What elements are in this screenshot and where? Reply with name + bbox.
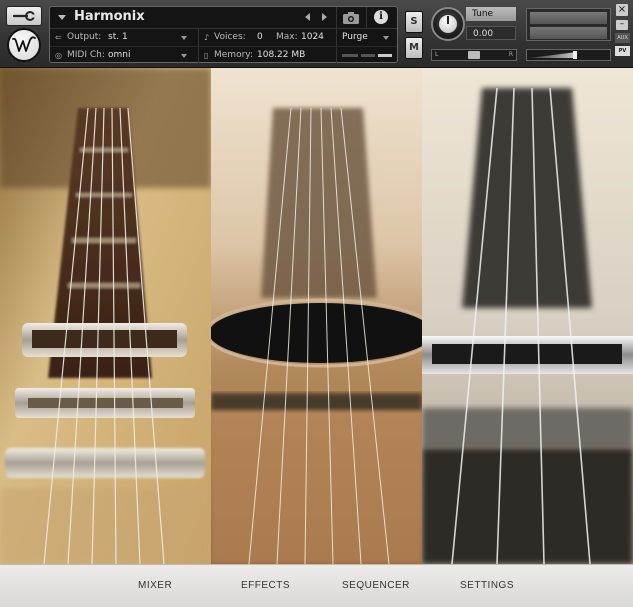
acoustic-guitar-photo: [211, 68, 422, 564]
memory-label: Memory:: [214, 50, 253, 60]
tab-mixer[interactable]: MIXER: [138, 580, 172, 591]
max-label: Max:: [276, 32, 298, 42]
midi-channel-select[interactable]: omni: [108, 50, 130, 60]
output-dropdown-icon[interactable]: [181, 36, 187, 40]
mute-button[interactable]: M: [405, 37, 423, 59]
meter-left-bar: [530, 12, 607, 24]
tab-settings[interactable]: SETTINGS: [460, 580, 514, 591]
bass-guitar-photo: [422, 68, 633, 564]
volume-fill: [529, 52, 577, 58]
volume-handle[interactable]: [573, 51, 577, 59]
memory-value: 108.22 MB: [257, 50, 306, 60]
snapshot-camera-button[interactable]: [340, 10, 362, 26]
electric-guitar-photo: [0, 68, 211, 564]
title-row: Harmonix i: [50, 7, 397, 29]
info-icon[interactable]: i: [374, 10, 388, 24]
midi-label: MIDI Ch:: [67, 50, 105, 60]
camera-icon: [343, 12, 359, 24]
instrument-info-panel: Harmonix i ⇐ Output: st. 1 ♪ Voices: 0 M…: [49, 6, 398, 64]
instrument-menu-arrow-icon[interactable]: [58, 15, 66, 20]
purge-menu[interactable]: Purge: [342, 32, 368, 42]
divider: [366, 7, 367, 29]
tab-effects[interactable]: EFFECTS: [241, 580, 290, 591]
voices-value: 0: [257, 32, 263, 42]
instrument-name[interactable]: Harmonix: [74, 9, 145, 24]
tune-knob[interactable]: [431, 7, 465, 41]
brand-logo: [7, 28, 41, 62]
purge-meter-segment: [342, 54, 358, 57]
max-voices-value[interactable]: 1024: [301, 32, 324, 42]
purge-meter-segment: [378, 54, 392, 57]
previous-instrument-icon[interactable]: [305, 13, 310, 21]
tab-sequencer[interactable]: SEQUENCER: [342, 580, 410, 591]
pan-slider[interactable]: L R: [431, 49, 517, 61]
wrench-icon: [12, 7, 36, 26]
meter-right-bar: [530, 27, 607, 39]
knob-indicator: [447, 16, 449, 24]
midi-dropdown-icon[interactable]: [181, 54, 187, 58]
output-label: Output:: [67, 32, 102, 42]
pan-right-label: R: [508, 51, 513, 58]
pan-handle[interactable]: [468, 51, 480, 59]
purge-meter-segment: [361, 54, 375, 57]
logo-w-icon: [12, 36, 36, 52]
tune-value[interactable]: 0.00: [466, 26, 516, 40]
pv-button[interactable]: PV: [615, 46, 630, 56]
wrench-button[interactable]: [6, 6, 42, 26]
tune-label: Tune: [466, 7, 516, 21]
output-row: ⇐ Output: st. 1 ♪ Voices: 0 Max: 1024 Pu…: [50, 29, 397, 46]
output-select[interactable]: st. 1: [108, 32, 128, 42]
minimize-icon[interactable]: –: [616, 20, 628, 30]
midi-icon: ◎: [55, 51, 62, 60]
aux-button[interactable]: AUX: [615, 33, 630, 43]
memory-icon: ▯: [204, 51, 209, 60]
instrument-artwork: [0, 68, 633, 564]
volume-slider[interactable]: [526, 49, 611, 61]
solo-button[interactable]: S: [405, 11, 423, 33]
bottom-navigation: MIXER EFFECTS SEQUENCER SETTINGS: [0, 564, 633, 607]
voices-icon: ♪: [204, 33, 210, 42]
midi-row: ◎ MIDI Ch: omni ▯ Memory: 108.22 MB: [50, 47, 397, 64]
knob-cap: [439, 15, 457, 33]
next-instrument-icon[interactable]: [322, 13, 327, 21]
pan-left-label: L: [435, 51, 439, 58]
close-icon[interactable]: ×: [616, 4, 628, 16]
voices-label: Voices:: [214, 32, 246, 42]
instrument-header: Harmonix i ⇐ Output: st. 1 ♪ Voices: 0 M…: [0, 0, 633, 68]
output-icon: ⇐: [55, 33, 62, 42]
level-meter: [526, 8, 611, 41]
purge-dropdown-icon[interactable]: [383, 36, 389, 40]
